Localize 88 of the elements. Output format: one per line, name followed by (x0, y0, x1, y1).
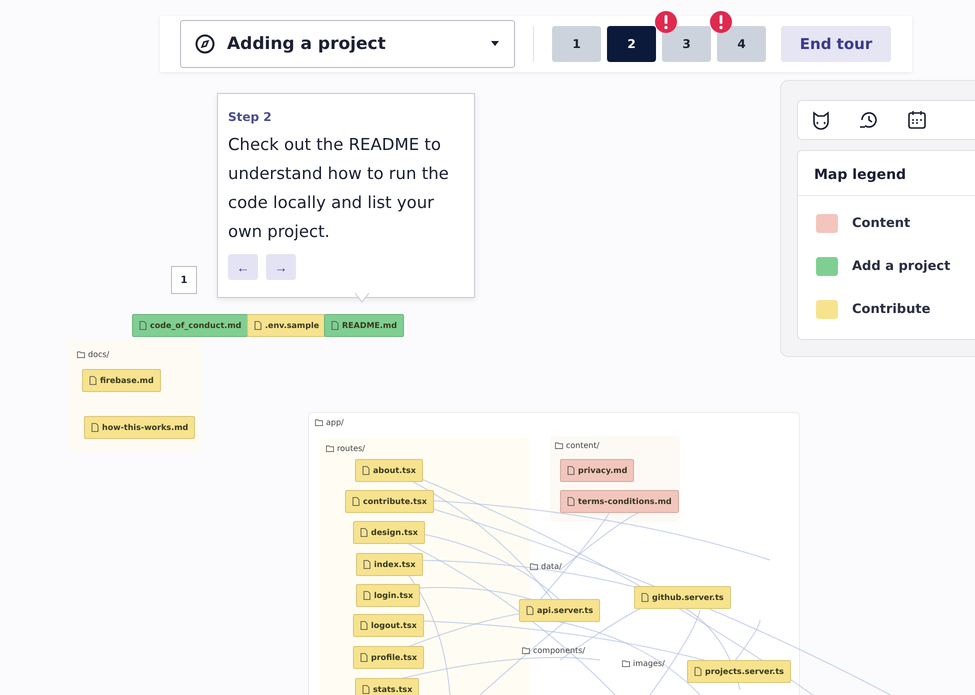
legend-label: Contribute (852, 302, 930, 317)
file-name: index.tsx (374, 560, 416, 569)
folder-label: images/ (633, 659, 665, 668)
file-icon (89, 376, 97, 385)
file-name: about.tsx (373, 466, 416, 475)
file-node[interactable]: .env.sample (247, 314, 326, 337)
file-name: how-this-works.md (102, 423, 188, 432)
tooltip-text: Check out the README to understand how to run the code locally and list your own project. (228, 134, 450, 243)
file-name: login.tsx (374, 591, 414, 600)
file-icon (526, 606, 534, 615)
file-icon (641, 593, 649, 602)
file-name: api.server.ts (537, 606, 594, 615)
compass-icon (195, 34, 215, 54)
step-marker: 1 (171, 266, 197, 294)
file-icon (567, 466, 575, 475)
file-name: design.tsx (371, 528, 418, 537)
legend-title: Map legend (798, 151, 975, 196)
file-node[interactable]: api.server.ts (519, 599, 600, 622)
file-icon (360, 653, 368, 662)
file-node[interactable]: stats.tsx (355, 678, 420, 695)
file-icon (139, 321, 147, 330)
end-tour-button[interactable]: End tour (781, 26, 891, 62)
file-node[interactable]: contribute.tsx (345, 490, 434, 513)
file-icon (362, 685, 370, 694)
file-node[interactable]: index.tsx (356, 553, 423, 576)
folder-label: components/ (533, 646, 586, 655)
file-node[interactable]: design.tsx (353, 521, 425, 544)
folder-icon (555, 441, 563, 450)
file-name: profile.tsx (371, 653, 418, 662)
file-icon (694, 667, 702, 676)
file-icon (360, 621, 368, 630)
file-name: code_of_conduct.md (150, 321, 242, 330)
file-node[interactable]: projects.server.ts (687, 660, 791, 683)
file-icon (567, 497, 575, 506)
file-node[interactable]: terms-conditions.md (560, 490, 679, 513)
file-icon (352, 497, 360, 506)
cat-icon[interactable] (810, 109, 832, 131)
file-name: .env.sample (265, 321, 320, 330)
folder-icon (530, 562, 538, 571)
tour-dropdown[interactable]: Adding a project (180, 20, 515, 68)
file-name: terms-conditions.md (578, 497, 672, 506)
folder-icon (522, 646, 530, 655)
file-node[interactable]: login.tsx (356, 584, 420, 607)
step-button[interactable]: 2 (607, 26, 656, 62)
file-name: privacy.md (578, 466, 628, 475)
folder-label: routes/ (337, 444, 365, 453)
folder-label: data/ (541, 562, 562, 571)
file-node[interactable]: privacy.md (560, 459, 634, 482)
file-name: github.server.ts (652, 593, 724, 602)
file-name: README.md (342, 321, 397, 330)
file-node[interactable]: logout.tsx (353, 614, 424, 637)
file-icon (91, 423, 99, 432)
folder-label: app/ (326, 418, 344, 427)
next-button[interactable]: → (266, 254, 296, 280)
caret-icon (490, 41, 500, 47)
file-icon (360, 528, 368, 537)
file-name: logout.tsx (371, 621, 417, 630)
file-icon (363, 591, 371, 600)
step-button[interactable]: 1 (552, 26, 601, 62)
folder-icon (77, 350, 85, 359)
file-node[interactable]: github.server.ts (634, 586, 731, 609)
legend-label: Add a project (852, 259, 950, 274)
legend-label: Content (852, 216, 910, 231)
previous-button[interactable]: ← (228, 254, 258, 280)
file-icon (331, 321, 339, 330)
step-label: Step 2 (228, 110, 273, 124)
file-node[interactable]: code_of_conduct.md (132, 314, 248, 337)
file-node[interactable]: profile.tsx (353, 646, 424, 669)
folder-label: content/ (566, 441, 600, 450)
calendar-icon[interactable] (906, 109, 928, 131)
folder-icon (315, 418, 323, 427)
file-name: contribute.tsx (363, 497, 427, 506)
file-node[interactable]: how-this-works.md (84, 416, 196, 439)
file-icon (254, 321, 262, 330)
file-name: firebase.md (100, 376, 154, 385)
file-node[interactable]: about.tsx (355, 459, 423, 482)
history-icon[interactable] (858, 109, 880, 131)
folder-icon (622, 659, 630, 668)
file-icon (362, 466, 370, 475)
folder-label: docs/ (88, 350, 110, 359)
step-button[interactable]: 3 (662, 26, 711, 62)
file-icon (363, 560, 371, 569)
file-node[interactable]: firebase.md (82, 369, 161, 392)
file-name: stats.tsx (373, 685, 412, 694)
file-name: projects.server.ts (705, 667, 784, 676)
folder-icon (326, 444, 334, 453)
file-node[interactable]: README.md (324, 314, 404, 337)
step-button[interactable]: 4 (717, 26, 766, 62)
